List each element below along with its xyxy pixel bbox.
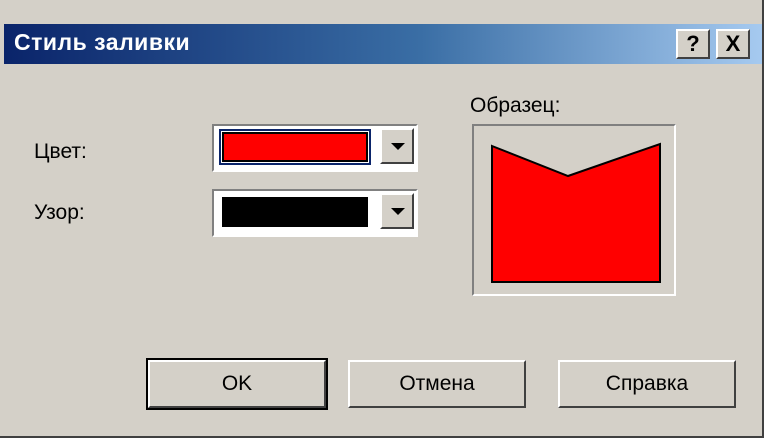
pattern-dropdown[interactable]: [212, 189, 418, 237]
title-bar: Стиль заливки ? X: [4, 24, 762, 64]
ok-button[interactable]: OK: [146, 358, 328, 410]
help-button[interactable]: Справка: [558, 360, 736, 408]
dropdown-arrow-icon[interactable]: [380, 128, 414, 164]
pattern-swatch: [222, 197, 368, 227]
sample-label: Образец:: [470, 94, 561, 117]
pattern-label: Узор:: [34, 201, 85, 224]
sample-shape: [491, 142, 661, 283]
sample-fill-shape: [491, 142, 661, 283]
color-label: Цвет:: [34, 140, 87, 163]
dropdown-arrow-icon[interactable]: [380, 193, 414, 229]
help-icon[interactable]: ?: [676, 29, 710, 59]
fill-style-dialog: Стиль заливки ? X Цвет: Узор: Образец: O…: [0, 0, 764, 438]
sample-preview: [472, 124, 676, 296]
color-dropdown[interactable]: [212, 124, 418, 172]
dialog-title: Стиль заливки: [14, 29, 191, 55]
cancel-button[interactable]: Отмена: [348, 360, 526, 408]
color-swatch: [219, 129, 371, 165]
close-icon[interactable]: X: [716, 29, 750, 59]
